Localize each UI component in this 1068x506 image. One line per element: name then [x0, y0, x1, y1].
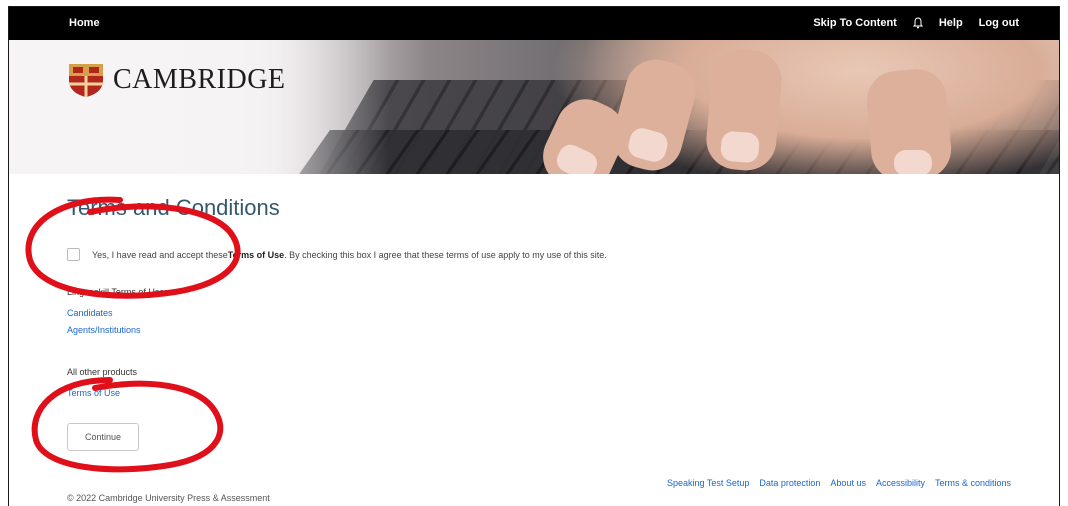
header-banner-image: CAMBRIDGE	[9, 40, 1059, 174]
footer-link-terms-conditions[interactable]: Terms & conditions	[935, 478, 1011, 488]
accept-text-prefix: Yes, I have read and accept these	[92, 249, 228, 260]
logout-link[interactable]: Log out	[979, 17, 1019, 29]
agents-institutions-link[interactable]: Agents/Institutions	[67, 325, 141, 335]
accept-terms-checkbox[interactable]	[67, 248, 80, 261]
continue-button[interactable]: Continue	[67, 423, 139, 451]
page-title: Terms and Conditions	[67, 195, 280, 220]
home-link[interactable]: Home	[69, 17, 100, 29]
linguaskill-terms-label: Linguaskill Terms of Use:	[67, 287, 167, 297]
shield-crest-icon	[69, 64, 103, 97]
fingernail-shape	[894, 150, 932, 174]
candidates-link[interactable]: Candidates	[67, 308, 113, 318]
terms-of-use-link[interactable]: Terms of Use	[67, 388, 120, 398]
top-nav-right: Skip To Content Help Log out	[797, 17, 1019, 29]
accept-text-suffix: . By checking this box I agree that thes…	[284, 249, 607, 260]
browser-frame: Home Skip To Content Help Log out CAMBRI…	[8, 6, 1060, 506]
footer-link-accessibility[interactable]: Accessibility	[876, 478, 925, 488]
footer-link-about-us[interactable]: About us	[830, 478, 866, 488]
top-navigation-bar: Home Skip To Content Help Log out	[9, 7, 1059, 40]
bell-icon[interactable]	[912, 17, 924, 29]
skip-to-content-link[interactable]: Skip To Content	[813, 17, 897, 29]
footer-link-speaking-test-setup[interactable]: Speaking Test Setup	[667, 478, 749, 488]
brand-name: CAMBRIDGE	[113, 64, 286, 95]
banner-fade	[9, 40, 389, 174]
copyright-text: © 2022 Cambridge University Press & Asse…	[67, 493, 270, 503]
accept-terms-row: Yes, I have read and accept these Terms …	[67, 248, 607, 261]
footer-link-data-protection[interactable]: Data protection	[759, 478, 820, 488]
help-link[interactable]: Help	[939, 17, 963, 29]
footer-links: Speaking Test Setup Data protection Abou…	[657, 478, 1011, 488]
fingernail-shape	[719, 130, 761, 164]
accept-text-terms: Terms of Use	[227, 249, 285, 260]
cambridge-logo[interactable]: CAMBRIDGE	[67, 62, 286, 98]
other-products-label: All other products	[67, 367, 138, 377]
